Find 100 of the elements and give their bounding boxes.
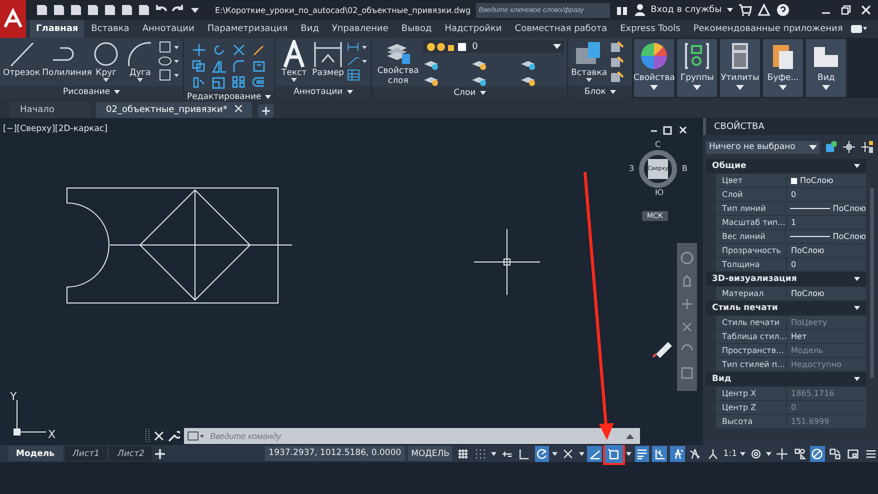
user-icon[interactable] xyxy=(634,3,646,17)
tool-button[interactable]: Отрезок xyxy=(3,40,40,78)
caret-icon[interactable] xyxy=(114,90,120,94)
mirror-icon[interactable] xyxy=(211,59,228,73)
caret-icon[interactable] xyxy=(854,377,860,381)
ribbon-tab[interactable]: Надстройки xyxy=(438,20,508,38)
array-icon[interactable] xyxy=(231,75,248,89)
selection-dropdown[interactable]: Ничего не выбрано xyxy=(706,140,820,154)
ribbon-tab[interactable]: Совместная работа xyxy=(508,20,614,38)
compass-label[interactable]: З xyxy=(629,164,634,173)
new-tab-icon[interactable] xyxy=(258,104,274,118)
ribbon-tab[interactable]: Express Tools xyxy=(614,20,686,38)
select-objects-icon[interactable] xyxy=(842,140,856,154)
layout-tab[interactable]: Лист2 xyxy=(109,446,152,461)
caret-icon[interactable] xyxy=(552,452,558,456)
close-icon[interactable] xyxy=(860,4,872,16)
caret-icon[interactable] xyxy=(809,144,817,150)
ribbon-tab[interactable]: Вид xyxy=(294,20,325,38)
collapsed-panel-button[interactable]: Утилиты xyxy=(720,39,760,97)
new-file-icon[interactable] xyxy=(35,3,49,17)
ribbon-tab[interactable]: Параметризация xyxy=(201,20,294,38)
caret-icon[interactable] xyxy=(346,90,353,94)
property-value[interactable]: Нет xyxy=(787,330,866,343)
add-layout-icon[interactable] xyxy=(154,448,166,460)
property-value[interactable]: 0 xyxy=(787,258,866,271)
viewport-controls-icon[interactable] xyxy=(650,125,688,135)
caret-icon[interactable] xyxy=(480,91,486,95)
tool-button[interactable]: Текст xyxy=(278,40,310,82)
tool-button[interactable]: Свойства слоя xyxy=(375,40,422,86)
triangle-icon[interactable] xyxy=(756,3,771,17)
property-value[interactable]: ПоСлою xyxy=(787,174,866,187)
compass-label[interactable]: С xyxy=(655,140,661,149)
shape-tool-icon[interactable] xyxy=(158,55,180,67)
plus-toggle[interactable] xyxy=(774,446,790,462)
quick-select-icon[interactable] xyxy=(824,140,838,154)
tool-button[interactable]: Вставка xyxy=(571,40,608,82)
restore-icon[interactable] xyxy=(840,4,852,16)
lineweight-toggle[interactable] xyxy=(634,446,650,462)
caret-icon[interactable] xyxy=(626,452,632,456)
wrench-icon[interactable] xyxy=(168,430,180,442)
ribbon-tab[interactable]: Вставка xyxy=(85,20,136,38)
caret-icon[interactable] xyxy=(854,164,860,168)
caret-icon[interactable] xyxy=(610,90,616,94)
annovis-toggle[interactable] xyxy=(670,446,685,462)
collapsed-panel-button[interactable]: Свойства xyxy=(634,39,674,97)
caret-icon[interactable] xyxy=(490,452,496,456)
explode-icon[interactable] xyxy=(251,59,268,73)
shape-tool-icon[interactable] xyxy=(158,41,180,53)
pickadd-icon[interactable] xyxy=(860,140,874,154)
panel-title[interactable]: Слои xyxy=(454,87,476,99)
collapsed-panel-button[interactable]: Группы xyxy=(677,39,718,97)
property-value[interactable]: 0 xyxy=(787,188,866,201)
polar-toggle[interactable] xyxy=(534,446,550,462)
property-value[interactable]: ПоСлою xyxy=(786,202,866,215)
ribbon-tab[interactable]: Управление xyxy=(326,20,394,38)
scrollbar[interactable] xyxy=(870,188,874,378)
property-value[interactable]: ПоСлою xyxy=(787,287,866,300)
caret-icon[interactable] xyxy=(740,452,746,456)
panel-display-icon[interactable] xyxy=(850,24,868,34)
collapsed-panel-button[interactable]: Буфе... xyxy=(763,39,804,97)
ribbon-tab[interactable]: Главная xyxy=(30,20,84,38)
isolate-toggle[interactable] xyxy=(810,446,825,462)
collapsed-panel-button[interactable]: Вид xyxy=(806,39,846,97)
sign-in-button[interactable]: Вход в службы xyxy=(650,5,722,15)
property-value[interactable]: 1 xyxy=(787,216,866,229)
osnap-toggle[interactable] xyxy=(604,444,624,462)
help-icon[interactable] xyxy=(776,3,790,17)
property-value[interactable]: ПоСлою xyxy=(786,230,866,243)
move-icon[interactable] xyxy=(191,43,208,57)
coordinates-readout[interactable]: 1937.2937, 1012.5186, 0.0000 xyxy=(264,446,406,461)
caret-icon[interactable] xyxy=(578,452,584,456)
close-tab-icon[interactable] xyxy=(235,105,242,112)
caret-icon[interactable] xyxy=(854,306,860,310)
trim-icon[interactable] xyxy=(231,43,248,57)
compass-label[interactable]: Ю xyxy=(655,188,664,197)
tool-button[interactable]: Дуга xyxy=(124,40,156,82)
annotation-tool-icon[interactable] xyxy=(346,55,368,67)
cycle-toggle[interactable] xyxy=(792,446,808,462)
tracking-toggle[interactable] xyxy=(587,446,602,462)
close-icon[interactable] xyxy=(154,431,164,441)
application-menu-button[interactable] xyxy=(0,0,26,38)
ribbon-tab[interactable]: Рекомендованные приложения xyxy=(687,20,849,38)
compass-label[interactable]: В xyxy=(682,164,688,173)
annotation-scale-button[interactable]: 1:1 xyxy=(723,448,737,458)
caret-icon[interactable] xyxy=(766,452,772,456)
layout-tab[interactable]: Модель xyxy=(8,446,63,461)
file-tab[interactable]: 02_объектные_привязки* xyxy=(96,102,252,118)
model-space-button[interactable]: МОДЕЛЬ xyxy=(408,446,452,461)
section-header[interactable]: Вид xyxy=(712,374,732,384)
annotation-tool-icon[interactable] xyxy=(346,41,368,53)
layout-tab[interactable]: Лист1 xyxy=(64,446,108,461)
file-tab[interactable]: Начало xyxy=(10,102,90,118)
tool-button[interactable]: Размер xyxy=(312,40,344,78)
tool-button[interactable]: Круг xyxy=(90,40,122,82)
ribbon-tab[interactable]: Аннотации xyxy=(136,20,200,38)
copy-icon[interactable] xyxy=(191,59,208,73)
scale-icon[interactable] xyxy=(211,75,228,89)
cart-icon[interactable] xyxy=(738,3,752,17)
layer-dropdown[interactable]: 0 xyxy=(423,40,564,53)
caret-icon[interactable] xyxy=(726,8,733,12)
